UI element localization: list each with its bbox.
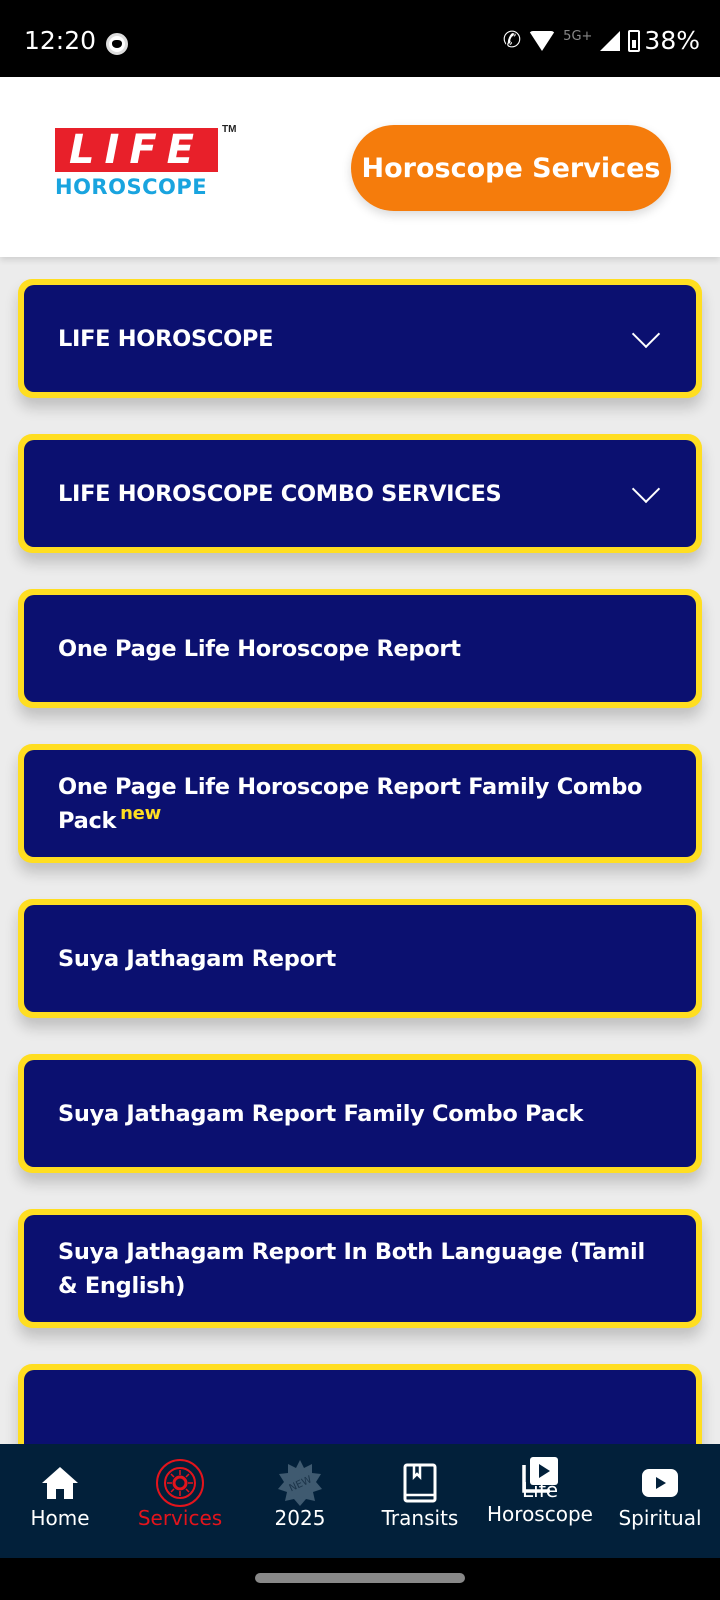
chevron-down-icon[interactable] xyxy=(631,474,661,503)
service-card-suya-both-language[interactable]: Suya Jathagam Report In Both Language (T… xyxy=(18,1209,702,1328)
logo-horoscope-text: HOROSCOPE xyxy=(55,175,208,199)
youtube-icon xyxy=(635,1458,685,1508)
logo-life-text: LIFE xyxy=(55,128,218,172)
nav-label: Transits xyxy=(381,1506,459,1530)
nav-label: Life Horoscope xyxy=(487,1478,593,1526)
nav-label: Spiritual xyxy=(618,1506,702,1530)
service-label: LIFE HOROSCOPE COMBO SERVICES xyxy=(58,480,502,507)
service-label: Suya Jathagam Report xyxy=(58,945,336,972)
wifi-icon xyxy=(529,30,556,51)
chevron-down-icon[interactable] xyxy=(631,319,661,348)
service-label: Suya Jathagam Report Family Combo Pack xyxy=(58,1100,584,1127)
book-icon xyxy=(395,1458,445,1508)
signal-icon xyxy=(600,30,621,51)
battery-icon xyxy=(628,29,641,52)
wifi-calling-icon: ✆ xyxy=(502,28,522,53)
nav-label: Home xyxy=(30,1506,90,1530)
service-card-one-page-report[interactable]: One Page Life Horoscope Report xyxy=(18,589,702,708)
services-list[interactable]: LIFE HOROSCOPE LIFE HOROSCOPE COMBO SERV… xyxy=(0,279,720,1444)
home-gesture-handle[interactable] xyxy=(255,1573,465,1583)
status-bar: 12:20 ✆ 5G+ 38% xyxy=(0,0,720,77)
app-header: LIFE TM HOROSCOPE Horoscope Services xyxy=(0,77,720,257)
service-card-partial[interactable] xyxy=(18,1364,702,1444)
nav-item-transits[interactable]: Transits xyxy=(360,1444,480,1558)
nav-item-life-horoscope[interactable]: Life Horoscope xyxy=(480,1444,600,1558)
service-card-one-page-family-combo[interactable]: One Page Life Horoscope Report Family Co… xyxy=(18,744,702,863)
nav-label: 2025 xyxy=(274,1506,326,1530)
service-card-suya-family-combo[interactable]: Suya Jathagam Report Family Combo Pack xyxy=(18,1054,702,1173)
bottom-nav: Home Services NEW 2025 Transits Life Horo… xyxy=(0,1444,720,1558)
service-card-life-horoscope[interactable]: LIFE HOROSCOPE xyxy=(18,279,702,398)
service-label: One Page Life Horoscope Report Family Co… xyxy=(58,770,662,838)
new-badge-icon: NEW xyxy=(275,1458,325,1508)
system-navigation-bar xyxy=(0,1558,720,1600)
nav-item-services[interactable]: Services xyxy=(120,1444,240,1558)
nav-label: Services xyxy=(137,1506,223,1530)
new-badge: new xyxy=(120,803,161,824)
life-horoscope-logo[interactable]: LIFE TM HOROSCOPE xyxy=(55,124,236,199)
status-time: 12:20 xyxy=(24,26,97,55)
nav-item-2025[interactable]: NEW 2025 xyxy=(240,1444,360,1558)
notification-app-icon xyxy=(106,33,128,55)
battery-percent: 38% xyxy=(644,26,700,55)
service-card-suya-jathagam[interactable]: Suya Jathagam Report xyxy=(18,899,702,1018)
horoscope-services-button[interactable]: Horoscope Services xyxy=(351,125,671,211)
home-icon xyxy=(35,1458,85,1508)
logo-trademark: TM xyxy=(222,124,237,135)
status-icons: ✆ 5G+ 38% xyxy=(503,26,700,55)
service-card-combo-services[interactable]: LIFE HOROSCOPE COMBO SERVICES xyxy=(18,434,702,553)
service-label: LIFE HOROSCOPE xyxy=(58,325,274,352)
zodiac-wheel-icon xyxy=(155,1458,205,1508)
service-label: Suya Jathagam Report In Both Language (T… xyxy=(58,1238,645,1299)
service-label: One Page Life Horoscope Report xyxy=(58,635,461,662)
nav-item-spiritual[interactable]: Spiritual xyxy=(600,1444,720,1558)
network-type: 5G+ xyxy=(563,29,593,44)
nav-item-home[interactable]: Home xyxy=(0,1444,120,1558)
